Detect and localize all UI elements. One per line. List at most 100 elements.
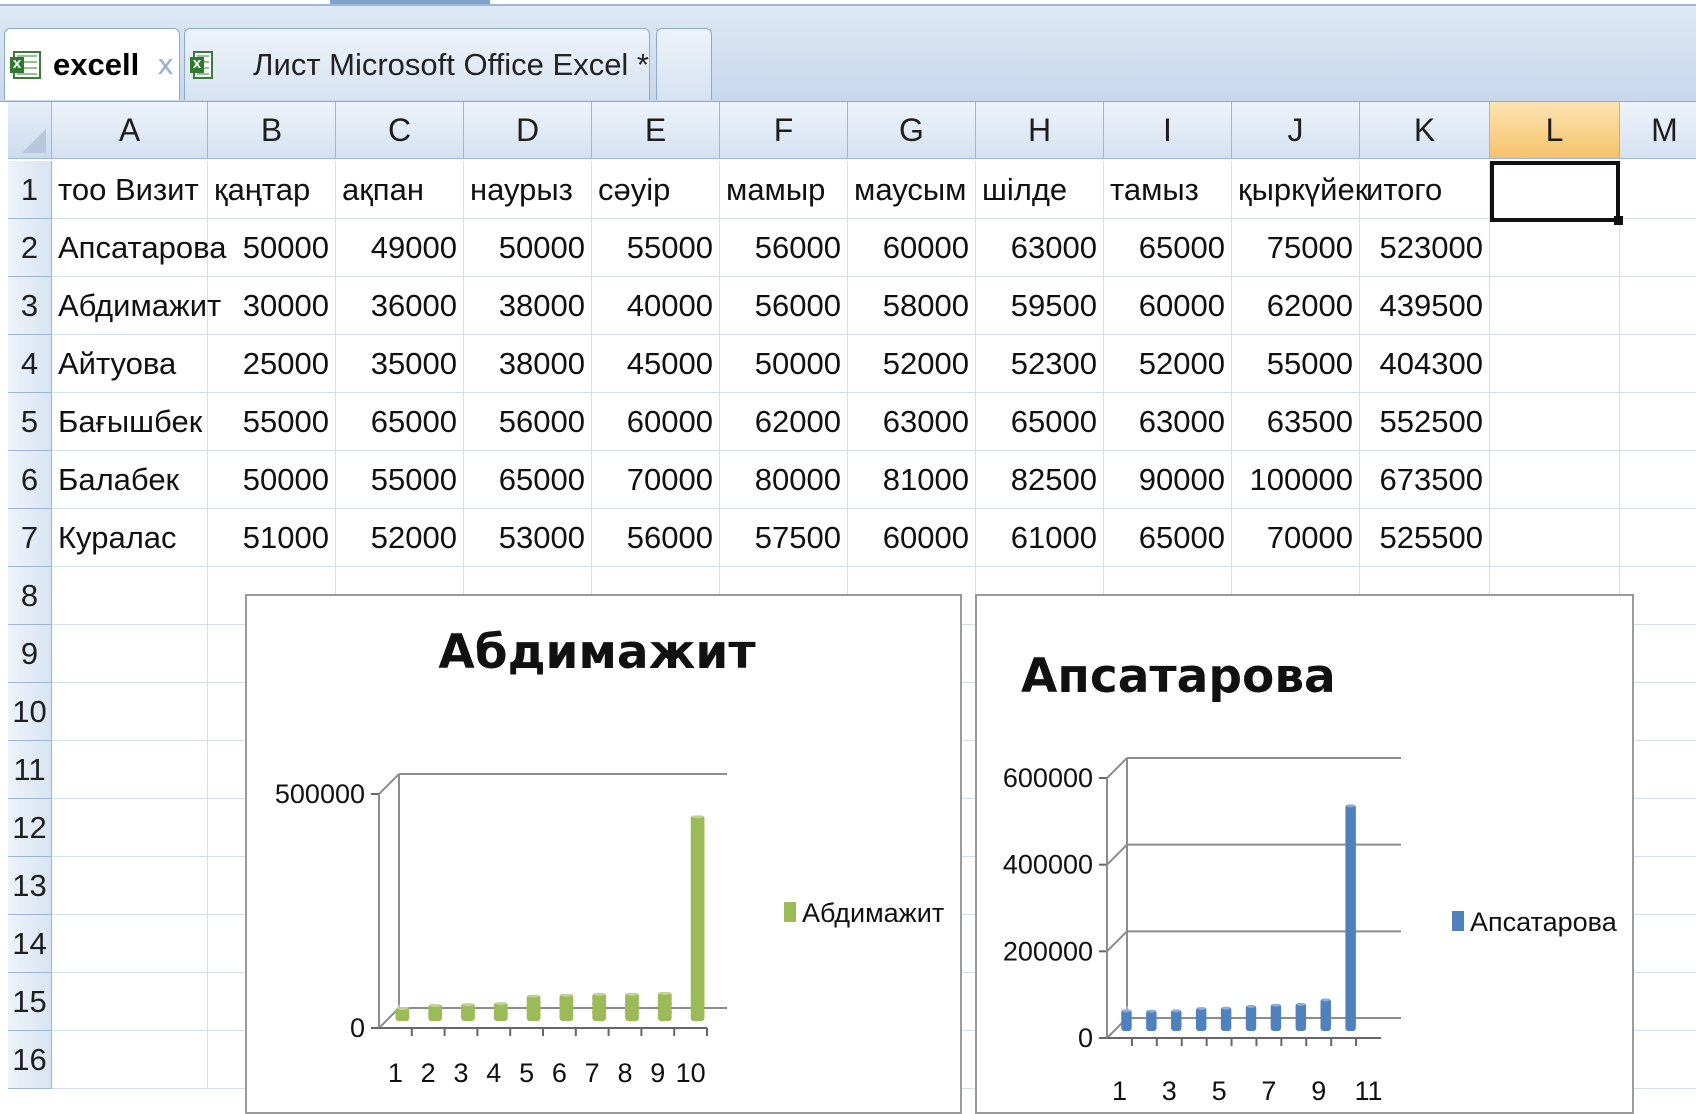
- cell-j5[interactable]: 63500: [1232, 393, 1360, 451]
- bar[interactable]: [1220, 1006, 1232, 1031]
- column-header-i[interactable]: I: [1104, 102, 1232, 159]
- row-header-15[interactable]: 15: [8, 973, 52, 1031]
- cell-j2[interactable]: 75000: [1232, 219, 1360, 277]
- cell-c1[interactable]: ақпан: [336, 161, 464, 219]
- cell-a8[interactable]: [52, 567, 208, 625]
- cell-j1[interactable]: қыркүйек: [1232, 161, 1368, 219]
- cell-a5[interactable]: Бағышбек: [52, 393, 208, 451]
- cell-a3[interactable]: Абдимажит: [52, 277, 221, 335]
- row-header-13[interactable]: 13: [8, 857, 52, 915]
- column-header-a[interactable]: A: [52, 102, 208, 159]
- cell-i1[interactable]: тамыз: [1104, 161, 1232, 219]
- cell-b7[interactable]: 51000: [208, 509, 336, 567]
- row-header-6[interactable]: 6: [8, 451, 52, 509]
- column-header-j[interactable]: J: [1232, 102, 1360, 159]
- cell-a1[interactable]: тоо Визит: [52, 161, 208, 219]
- chart-apsatarova[interactable]: Апсатарова 0 200000 400000 600000 1 3 5 7 9 11 Апса…: [975, 594, 1634, 1114]
- row-header-2[interactable]: 2: [8, 219, 52, 277]
- cell-f3[interactable]: 56000: [720, 277, 848, 335]
- cell-d1[interactable]: наурыз: [464, 161, 592, 219]
- cell-d5[interactable]: 56000: [464, 393, 592, 451]
- select-all-corner[interactable]: [8, 102, 52, 159]
- cell-a9[interactable]: [52, 625, 208, 683]
- bar[interactable]: [1320, 998, 1331, 1032]
- bar[interactable]: [690, 815, 705, 1021]
- cell-i7[interactable]: 65000: [1104, 509, 1232, 567]
- cell-l5[interactable]: [1490, 393, 1620, 451]
- cell-e2[interactable]: 55000: [592, 219, 720, 277]
- cell-l6[interactable]: [1490, 451, 1620, 509]
- column-header-d[interactable]: D: [464, 102, 592, 159]
- cell-j7[interactable]: 70000: [1232, 509, 1360, 567]
- cell-h4[interactable]: 52300: [976, 335, 1104, 393]
- cell-a10[interactable]: [52, 683, 208, 741]
- cell-k7[interactable]: 525500: [1360, 509, 1490, 567]
- cell-f6[interactable]: 80000: [720, 451, 848, 509]
- cell-g3[interactable]: 58000: [848, 277, 976, 335]
- cell-a16[interactable]: [52, 1031, 208, 1089]
- cell-l3[interactable]: [1490, 277, 1620, 335]
- row-header-10[interactable]: 10: [8, 683, 52, 741]
- cell-h3[interactable]: 59500: [976, 277, 1104, 335]
- cell-m3[interactable]: [1620, 277, 1696, 335]
- cell-b5[interactable]: 55000: [208, 393, 336, 451]
- column-header-m[interactable]: M: [1620, 102, 1696, 159]
- cell-h6[interactable]: 82500: [976, 451, 1104, 509]
- column-header-e[interactable]: E: [592, 102, 720, 159]
- cell-e7[interactable]: 56000: [592, 509, 720, 567]
- cell-k4[interactable]: 404300: [1360, 335, 1490, 393]
- cell-b1[interactable]: қаңтар: [208, 161, 336, 219]
- selected-cell-l1[interactable]: [1490, 161, 1623, 225]
- cell-a14[interactable]: [52, 915, 208, 973]
- close-icon[interactable]: x: [157, 48, 174, 81]
- bar[interactable]: [1345, 804, 1356, 1031]
- cell-a15[interactable]: [52, 973, 208, 1031]
- cell-i4[interactable]: 52000: [1104, 335, 1232, 393]
- cell-i3[interactable]: 60000: [1104, 277, 1232, 335]
- bar[interactable]: [559, 993, 574, 1021]
- row-header-16[interactable]: 16: [8, 1031, 52, 1089]
- cell-a2[interactable]: Апсатарова: [52, 219, 226, 277]
- cell-c4[interactable]: 35000: [336, 335, 464, 393]
- cell-g1[interactable]: маусым: [848, 161, 976, 219]
- cell-h7[interactable]: 61000: [976, 509, 1104, 567]
- bar[interactable]: [1270, 1003, 1282, 1031]
- cell-m5[interactable]: [1620, 393, 1696, 451]
- row-header-14[interactable]: 14: [8, 915, 52, 973]
- cell-d4[interactable]: 38000: [464, 335, 592, 393]
- cell-d6[interactable]: 65000: [464, 451, 592, 509]
- column-header-l[interactable]: L: [1490, 102, 1620, 159]
- legend-label[interactable]: Абдимажит: [802, 898, 944, 928]
- cell-e4[interactable]: 45000: [592, 335, 720, 393]
- cell-a13[interactable]: [52, 857, 208, 915]
- cell-a6[interactable]: Балабек: [52, 451, 208, 509]
- cell-m7[interactable]: [1620, 509, 1696, 567]
- cell-k1[interactable]: итого: [1360, 161, 1490, 219]
- column-header-g[interactable]: G: [848, 102, 976, 159]
- cell-h1[interactable]: шілде: [976, 161, 1104, 219]
- cell-a12[interactable]: [52, 799, 208, 857]
- bar[interactable]: [1195, 1007, 1207, 1031]
- bar[interactable]: [657, 991, 672, 1021]
- cell-k2[interactable]: 523000: [1360, 219, 1490, 277]
- bar[interactable]: [592, 993, 607, 1021]
- cell-f1[interactable]: мамыр: [720, 161, 848, 219]
- legend-label[interactable]: Апсатарова: [1470, 907, 1618, 937]
- tab-excell[interactable]: X excell x: [4, 28, 180, 100]
- cell-d7[interactable]: 53000: [464, 509, 592, 567]
- row-header-11[interactable]: 11: [8, 741, 52, 799]
- cell-m2[interactable]: [1620, 219, 1696, 277]
- row-header-8[interactable]: 8: [8, 567, 52, 625]
- cell-h5[interactable]: 65000: [976, 393, 1104, 451]
- cell-m1[interactable]: [1620, 161, 1696, 219]
- row-header-4[interactable]: 4: [8, 335, 52, 393]
- row-header-5[interactable]: 5: [8, 393, 52, 451]
- cell-c6[interactable]: 55000: [336, 451, 464, 509]
- cell-m6[interactable]: [1620, 451, 1696, 509]
- cell-g5[interactable]: 63000: [848, 393, 976, 451]
- cell-h2[interactable]: 63000: [976, 219, 1104, 277]
- cell-i6[interactable]: 90000: [1104, 451, 1232, 509]
- cell-c5[interactable]: 65000: [336, 393, 464, 451]
- cell-b6[interactable]: 50000: [208, 451, 336, 509]
- row-header-9[interactable]: 9: [8, 625, 52, 683]
